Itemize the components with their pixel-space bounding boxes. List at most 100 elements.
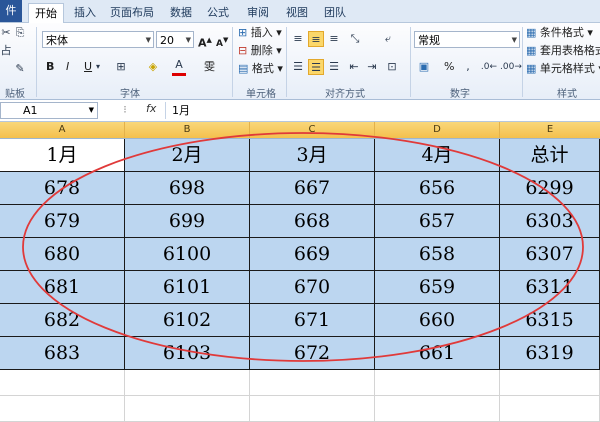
tab-team[interactable]: 团队 (320, 3, 350, 22)
table-cell[interactable]: 6299 (500, 172, 600, 205)
bold-button[interactable]: B (46, 59, 54, 75)
orientation-icon[interactable]: ⤡ (346, 31, 364, 47)
table-header-cell[interactable]: 3月 (250, 139, 375, 172)
empty-cell[interactable] (250, 370, 375, 396)
insert-cells-button[interactable]: ⊞ 插入 ▾ (238, 25, 282, 41)
table-cell[interactable]: 679 (0, 205, 125, 238)
column-header-a[interactable]: A (0, 122, 125, 138)
cut-icon[interactable]: ✂ (0, 25, 12, 41)
table-cell[interactable]: 683 (0, 337, 125, 370)
table-cell[interactable]: 668 (250, 205, 375, 238)
font-name-select[interactable]: 宋体 ▼ (42, 31, 154, 48)
conditional-formatting-button[interactable]: ▦ 条件格式 ▾ (526, 25, 593, 41)
table-cell[interactable]: 6315 (500, 304, 600, 337)
name-box[interactable]: A1 ▼ (0, 102, 98, 119)
comma-style-icon[interactable]: , (462, 59, 474, 75)
insert-function-button[interactable]: fx (146, 102, 156, 115)
font-size-select[interactable]: 20 ▼ (156, 31, 194, 48)
table-header-cell[interactable]: 总计 (500, 139, 600, 172)
table-cell[interactable]: 661 (375, 337, 500, 370)
table-cell[interactable]: 659 (375, 271, 500, 304)
font-color-icon[interactable]: A (172, 57, 186, 76)
empty-cell[interactable] (125, 370, 250, 396)
column-header-c[interactable]: C (250, 122, 375, 138)
table-cell[interactable]: 6319 (500, 337, 600, 370)
table-cell[interactable]: 6303 (500, 205, 600, 238)
number-format-select[interactable]: 常规 ▼ (414, 31, 520, 48)
align-left-icon[interactable]: ☰ (290, 59, 306, 75)
tab-file[interactable]: 件 (0, 0, 22, 22)
phonetic-button[interactable]: 雯 (204, 59, 215, 75)
empty-cell[interactable] (0, 396, 125, 422)
align-middle-icon[interactable]: ≡ (308, 31, 324, 47)
table-cell[interactable]: 699 (125, 205, 250, 238)
table-cell[interactable]: 698 (125, 172, 250, 205)
table-cell[interactable]: 680 (0, 238, 125, 271)
underline-button[interactable]: U (84, 59, 92, 75)
empty-cell[interactable] (375, 396, 500, 422)
shrink-font-button[interactable]: A▼ (216, 32, 228, 52)
align-top-icon[interactable]: ≡ (290, 31, 306, 47)
table-cell[interactable]: 672 (250, 337, 375, 370)
paste-icon[interactable]: 占 (0, 43, 12, 59)
delete-cells-button[interactable]: ⊟ 删除 ▾ (238, 43, 282, 59)
fill-color-icon[interactable]: ◈ (146, 59, 160, 75)
empty-cell[interactable] (500, 370, 600, 396)
table-cell[interactable]: 656 (375, 172, 500, 205)
table-header-cell[interactable]: 4月 (375, 139, 500, 172)
grow-font-button[interactable]: A▲ (198, 32, 212, 52)
table-cell[interactable]: 6307 (500, 238, 600, 271)
align-center-icon[interactable]: ☰ (308, 59, 324, 75)
formula-input[interactable]: 1月 (165, 102, 600, 119)
tab-view[interactable]: 视图 (282, 3, 312, 22)
table-cell[interactable]: 6102 (125, 304, 250, 337)
table-cell[interactable]: 670 (250, 271, 375, 304)
table-cell[interactable]: 667 (250, 172, 375, 205)
tab-review[interactable]: 审阅 (243, 3, 273, 22)
italic-button[interactable]: I (66, 59, 69, 75)
empty-cell[interactable] (375, 370, 500, 396)
column-header-d[interactable]: D (375, 122, 500, 138)
decrease-decimal-icon[interactable]: .00→ (500, 59, 522, 75)
table-cell[interactable]: 669 (250, 238, 375, 271)
increase-decimal-icon[interactable]: .0← (480, 59, 498, 75)
underline-dropdown-icon[interactable]: ▾ (96, 59, 100, 75)
empty-cell[interactable] (500, 396, 600, 422)
table-cell[interactable]: 658 (375, 238, 500, 271)
accounting-format-icon[interactable]: ▣ (416, 59, 432, 75)
table-cell[interactable]: 6100 (125, 238, 250, 271)
table-header-cell[interactable]: 1月 (0, 139, 125, 172)
tab-data[interactable]: 数据 (166, 3, 196, 22)
borders-icon[interactable]: ⊞ (114, 59, 128, 75)
empty-cell[interactable] (125, 396, 250, 422)
tab-page-layout[interactable]: 页面布局 (106, 3, 158, 22)
merge-center-icon[interactable]: ⊡ (384, 59, 400, 75)
align-bottom-icon[interactable]: ≡ (326, 31, 342, 47)
table-cell[interactable]: 682 (0, 304, 125, 337)
cell-styles-button[interactable]: ▦ 单元格样式 ▾ (526, 61, 600, 77)
format-cells-button[interactable]: ▤ 格式 ▾ (238, 61, 283, 77)
format-as-table-button[interactable]: ▦ 套用表格格式 (526, 43, 600, 59)
table-cell[interactable]: 657 (375, 205, 500, 238)
table-cell[interactable]: 6101 (125, 271, 250, 304)
table-cell[interactable]: 681 (0, 271, 125, 304)
wrap-text-icon[interactable]: ⤶ (380, 31, 396, 47)
empty-cell[interactable] (250, 396, 375, 422)
table-cell[interactable]: 6311 (500, 271, 600, 304)
column-header-e[interactable]: E (500, 122, 600, 138)
tab-insert[interactable]: 插入 (70, 3, 100, 22)
empty-cell[interactable] (0, 370, 125, 396)
tab-home[interactable]: 开始 (28, 3, 64, 23)
decrease-indent-icon[interactable]: ⇤ (346, 59, 362, 75)
column-header-b[interactable]: B (125, 122, 250, 138)
tab-formulas[interactable]: 公式 (203, 3, 233, 22)
copy-icon[interactable]: ⎘ (14, 25, 26, 41)
table-cell[interactable]: 678 (0, 172, 125, 205)
increase-indent-icon[interactable]: ⇥ (364, 59, 380, 75)
table-header-cell[interactable]: 2月 (125, 139, 250, 172)
table-cell[interactable]: 671 (250, 304, 375, 337)
align-right-icon[interactable]: ☰ (326, 59, 342, 75)
table-cell[interactable]: 660 (375, 304, 500, 337)
percent-style-button[interactable]: % (444, 59, 454, 75)
table-cell[interactable]: 6103 (125, 337, 250, 370)
